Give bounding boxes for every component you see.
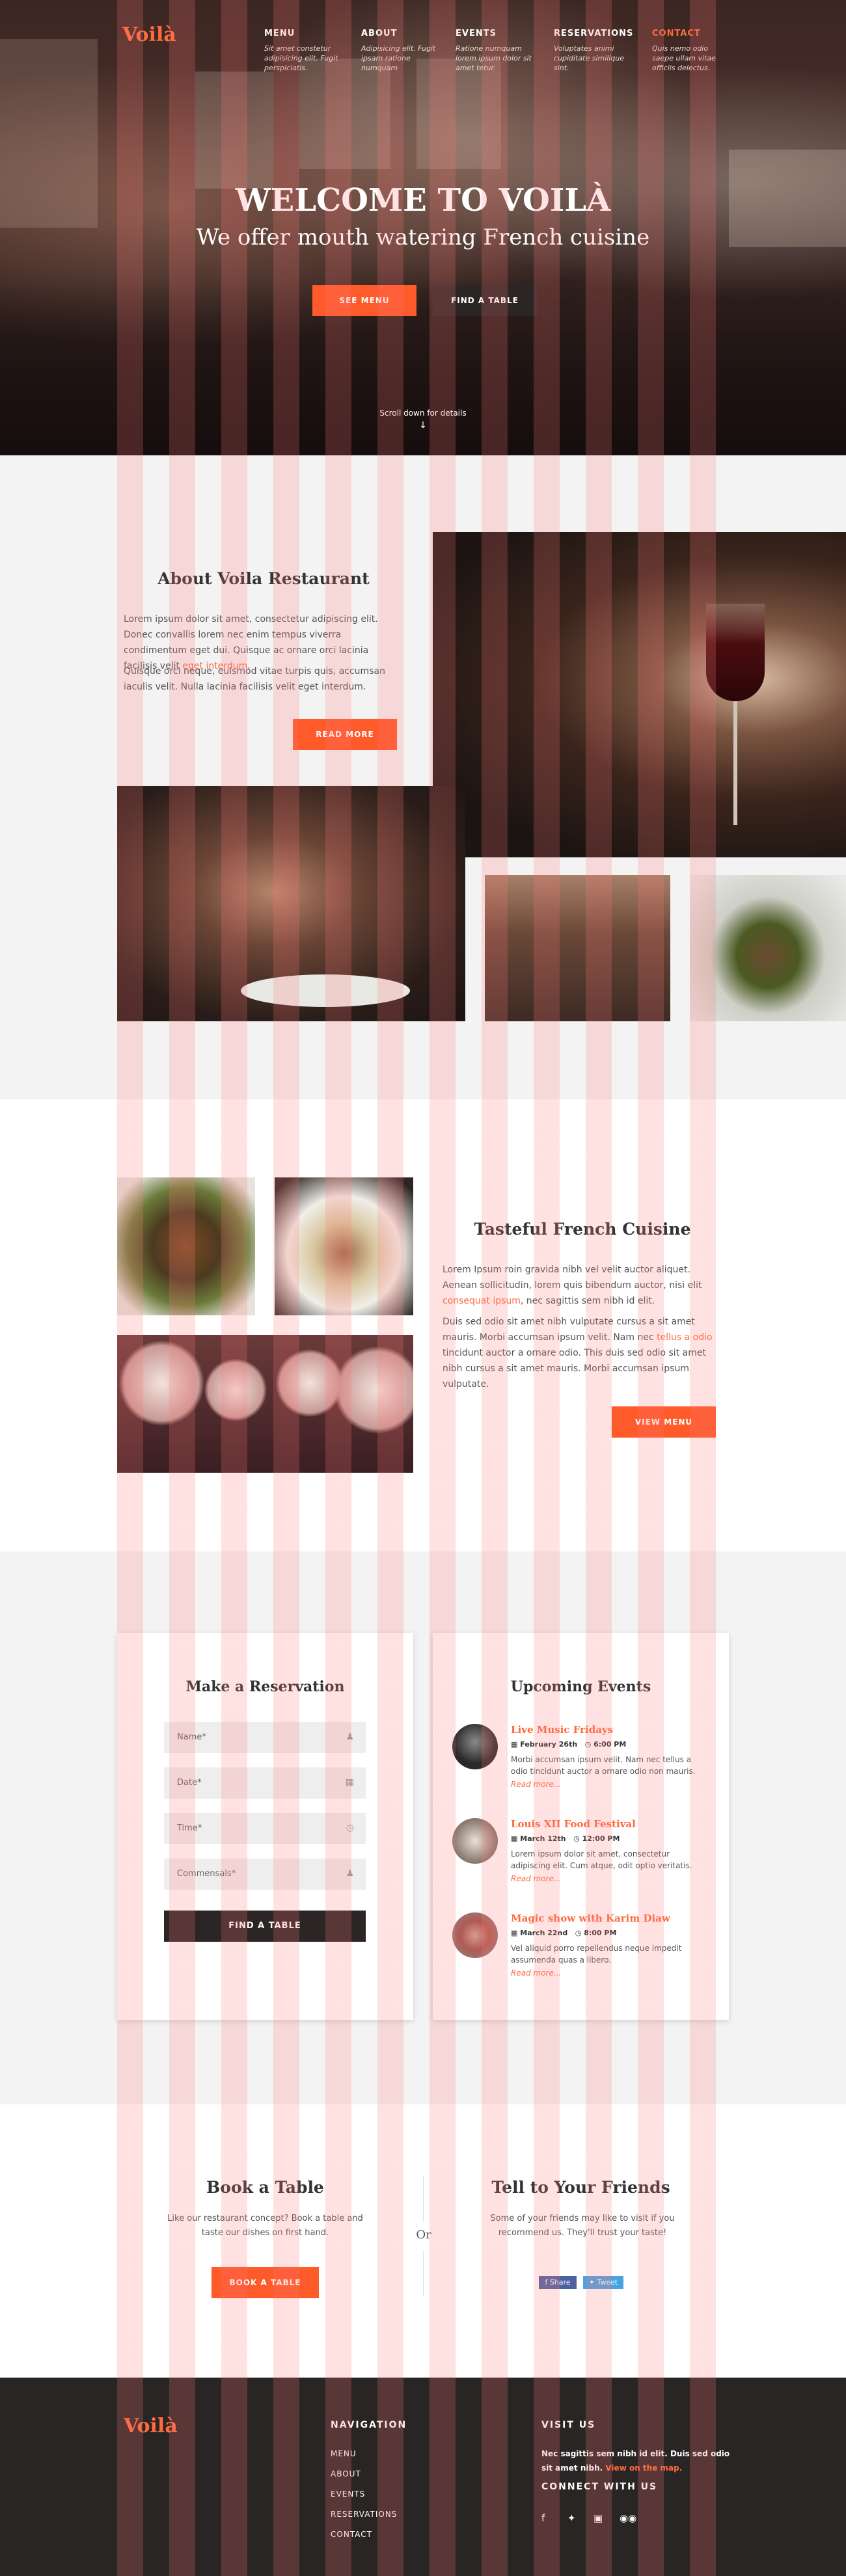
book-text: Like our restaurant concept? Book a tabl… — [167, 2214, 363, 2238]
event-read-more[interactable]: Read more... — [511, 1874, 561, 1883]
logo[interactable]: Voilà — [122, 23, 176, 46]
date-field[interactable]: Date* ▦ — [164, 1767, 366, 1799]
clock-icon: ◷ — [573, 1834, 580, 1843]
nav-reservations[interactable]: RESERVATIONS Voluptates animi cupiditate … — [554, 29, 633, 73]
about-section: About Voila Restaurant Lorem ipsum dolor… — [0, 455, 846, 1099]
instagram-icon[interactable]: ▣ — [594, 2512, 603, 2524]
tell-text: Some of your friends may like to visit i… — [490, 2214, 675, 2238]
tripadvisor-icon[interactable]: ◉◉ — [620, 2512, 636, 2524]
twitter-icon[interactable]: ✦ — [567, 2512, 576, 2524]
event-title[interactable]: Magic show with Karim Diaw — [511, 1912, 670, 1924]
facebook-icon[interactable]: f — [541, 2512, 545, 2524]
event-title[interactable]: Live Music Fridays — [511, 1724, 613, 1736]
or-label: Or — [416, 2228, 431, 2242]
event-read-more[interactable]: Read more... — [511, 1780, 561, 1789]
event-title[interactable]: Louis XII Food Festival — [511, 1818, 636, 1830]
tell-title: Tell to Your Friends — [491, 2178, 670, 2197]
calendar-icon: ▦ — [511, 1834, 518, 1843]
cuisine-inline-link-2[interactable]: tellus a odio — [657, 1332, 712, 1343]
event-text: Vel aliquid porro repellendus neque impe… — [511, 1944, 682, 1965]
footer-logo[interactable]: Voilà — [124, 2415, 178, 2437]
hero-title: WELCOME TO VOILÀ — [235, 182, 611, 219]
book-table-button[interactable]: BOOK A TABLE — [212, 2267, 319, 2298]
event-image-festival — [452, 1818, 498, 1864]
reservation-events-section: Make a Reservation Name* ♟ Date* ▦ Time* ◷ … — [0, 1551, 846, 2104]
find-table-submit-button[interactable]: FIND A TABLE — [164, 1911, 366, 1942]
scroll-hint: Scroll down for details — [379, 409, 467, 418]
facebook-share-button[interactable]: f Share — [539, 2276, 577, 2289]
event-meta: ▦ February 26th ◷ 6:00 PM — [511, 1740, 627, 1749]
events-card: Upcoming Events Live Music Fridays ▦ Feb… — [433, 1633, 729, 2020]
event-read-more[interactable]: Read more... — [511, 1968, 561, 1978]
connect-title: CONNECT WITH US — [541, 2482, 658, 2492]
facebook-icon: f — [545, 2278, 548, 2287]
visit-title: VISIT US — [541, 2420, 596, 2430]
commensals-field[interactable]: Commensals* ♟ — [164, 1858, 366, 1890]
event-image-magic — [452, 1912, 498, 1958]
divider — [423, 2176, 424, 2221]
event-text: Lorem ipsum dolor sit amet, consectetur … — [511, 1849, 692, 1870]
clock-icon: ◷ — [346, 1823, 354, 1833]
footer-nav-contact[interactable]: CONTACT — [331, 2530, 372, 2539]
see-menu-button[interactable]: SEE MENU — [312, 285, 416, 316]
clock-icon: ◷ — [575, 1929, 582, 1937]
cuisine-inline-link-1[interactable]: consequat ipsum — [443, 1296, 521, 1306]
footer-nav-menu[interactable]: MENU — [331, 2449, 357, 2458]
about-paragraph-2: Quisque orci neque, euismod vitae turpis… — [124, 666, 385, 692]
reservation-card: Make a Reservation Name* ♟ Date* ▦ Time* ◷ … — [117, 1633, 413, 2020]
chevron-down-icon[interactable]: ↓ — [0, 420, 846, 431]
user-icon: ♟ — [346, 1732, 354, 1742]
event-text: Morbi accumsan ipsum velit. Nam nec tell… — [511, 1755, 696, 1776]
book-tell-section: Book a Table Like our restaurant concept… — [0, 2104, 846, 2378]
calendar-icon: ▦ — [345, 1777, 354, 1788]
footer-nav-reservations[interactable]: RESERVATIONS — [331, 2510, 397, 2519]
read-more-button[interactable]: READ MORE — [293, 719, 397, 750]
nav-contact[interactable]: CONTACT Quis nemo odio saepe ullam vitae … — [652, 29, 730, 73]
name-field[interactable]: Name* ♟ — [164, 1722, 366, 1753]
nav-about[interactable]: ABOUT Adipisicing elit. Fugit ipsam ratio… — [361, 29, 439, 73]
dish-image-2 — [275, 1177, 413, 1315]
events-title: Upcoming Events — [510, 1678, 651, 1695]
footer-nav-about[interactable]: ABOUT — [331, 2469, 361, 2478]
map-link[interactable]: View on the map. — [605, 2463, 682, 2473]
footer-nav-events[interactable]: EVENTS — [331, 2489, 365, 2499]
about-title: About Voila Restaurant — [157, 569, 370, 588]
cuisine-paragraph-2: Duis sed odio sit amet nibh vulputate cu… — [443, 1317, 713, 1389]
hero-subtitle: We offer mouth watering French cuisine — [196, 224, 650, 250]
kitchen-image — [485, 875, 670, 1021]
event-meta: ▦ March 12th ◷ 12:00 PM — [511, 1834, 620, 1843]
dish-image-1 — [117, 1177, 255, 1315]
cuisine-title: Tasteful French Cuisine — [474, 1220, 691, 1239]
book-title: Book a Table — [206, 2178, 324, 2197]
clock-icon: ◷ — [584, 1740, 592, 1749]
chef-image — [117, 786, 465, 1021]
footer: Voilà NAVIGATION MENU ABOUT EVENTS RESER… — [0, 2378, 846, 2576]
calendar-icon: ▦ — [511, 1929, 518, 1937]
reservation-title: Make a Reservation — [185, 1678, 345, 1695]
cupcakes-image — [117, 1335, 413, 1473]
calendar-icon: ▦ — [511, 1740, 518, 1749]
hero-section: Voilà MENU Sit amet constetur adipisicing… — [0, 0, 846, 455]
event-meta: ▦ March 22nd ◷ 8:00 PM — [511, 1929, 617, 1937]
time-field[interactable]: Time* ◷ — [164, 1813, 366, 1844]
footer-nav-title: NAVIGATION — [331, 2420, 407, 2430]
cuisine-section: Tasteful French Cuisine Lorem Ipsum roin… — [0, 1099, 846, 1551]
twitter-icon: ✦ — [588, 2278, 595, 2287]
divider — [423, 2251, 424, 2296]
visit-text: Nec sagittis sem nibh id elit. Duis sed … — [541, 2449, 730, 2473]
steak-plate-image — [690, 875, 846, 1021]
user-icon: ♟ — [346, 1868, 354, 1879]
find-table-button[interactable]: FIND A TABLE — [433, 285, 537, 316]
cuisine-paragraph-1: Lorem Ipsum roin gravida nibh vel velit … — [443, 1265, 702, 1306]
nav-events[interactable]: EVENTS Ratione numquam lorem ipsum dolor … — [456, 29, 534, 73]
wine-glass-image — [433, 532, 846, 857]
nav-menu[interactable]: MENU Sit amet constetur adipisicing elit.… — [264, 29, 342, 73]
view-menu-button[interactable]: VIEW MENU — [612, 1406, 716, 1438]
tweet-button[interactable]: ✦ Tweet — [583, 2276, 623, 2289]
event-image-music — [452, 1724, 498, 1769]
